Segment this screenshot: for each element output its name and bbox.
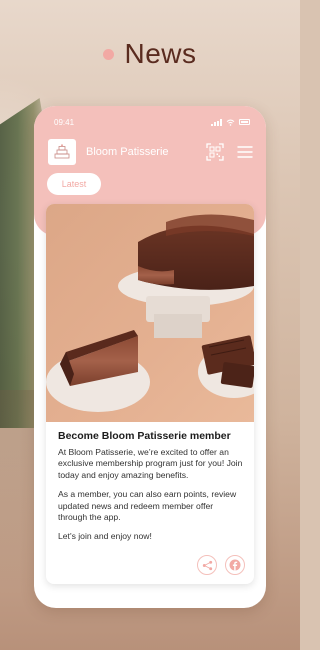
bloom-patisserie-logo[interactable] — [48, 139, 76, 165]
heading: News — [0, 38, 300, 70]
news-card[interactable]: Become Bloom Patisserie member At Bloom … — [46, 204, 254, 584]
facebook-icon — [229, 559, 241, 571]
news-paragraph-3: Let's join and enjoy now! — [58, 531, 152, 542]
news-paragraph-1: At Bloom Patisserie, we’re excited to of… — [58, 447, 243, 480]
facebook-button[interactable] — [225, 555, 245, 575]
qr-scan-icon[interactable] — [206, 143, 224, 161]
status-icons — [211, 118, 250, 126]
status-time: 09:41 — [54, 117, 75, 127]
news-card-body: Become Bloom Patisserie member At Bloom … — [58, 430, 244, 551]
app-name: Bloom Patisserie — [86, 146, 169, 158]
hamburger-menu-icon[interactable] — [236, 143, 254, 161]
news-image — [46, 204, 254, 422]
phone-frame: 09:41 Bloom Patisserie Latest Become Blo… — [34, 106, 266, 608]
heading-dot — [103, 48, 115, 60]
status-bar: 09:41 — [54, 116, 250, 128]
wifi-icon — [226, 119, 235, 126]
news-title: Become Bloom Patisserie member — [58, 430, 231, 442]
news-card-actions — [197, 555, 245, 575]
page-title: News — [124, 38, 197, 69]
logo-mark-icon — [54, 144, 70, 159]
signal-icon — [211, 118, 222, 126]
battery-icon — [239, 119, 250, 125]
app-bar: Bloom Patisserie — [48, 138, 254, 166]
share-button[interactable] — [197, 555, 217, 575]
share-icon — [202, 560, 212, 570]
tab-latest[interactable]: Latest — [47, 173, 101, 195]
news-paragraph-2: As a member, you can also earn points, r… — [58, 489, 237, 523]
